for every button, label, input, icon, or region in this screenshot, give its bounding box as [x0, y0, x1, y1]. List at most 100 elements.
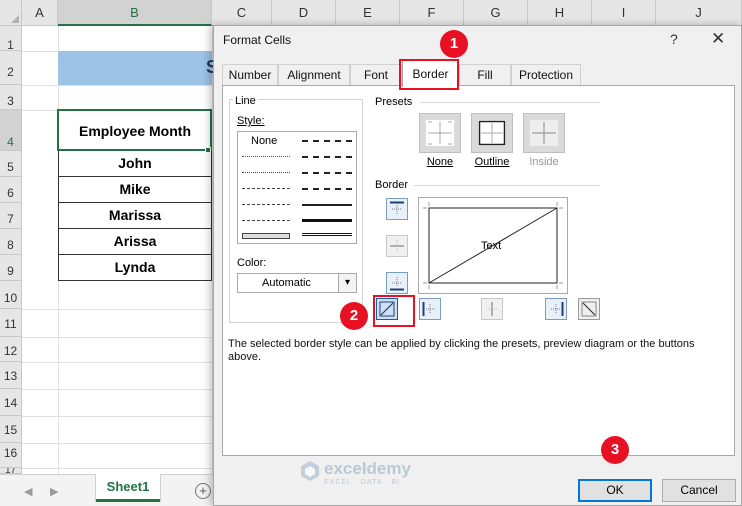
sheet-tab-sheet1[interactable]: Sheet1	[96, 474, 160, 502]
line-style-double[interactable]	[302, 233, 352, 236]
line-style-dotted[interactable]	[242, 172, 290, 173]
border-right-icon	[551, 302, 564, 316]
screen: A B C D E F G H I J 1 2 3 4 5 6 7 8 9 10…	[0, 0, 742, 506]
annotation-badge-2: 2	[340, 302, 368, 330]
border-label: Border	[375, 179, 409, 191]
chevron-down-icon[interactable]: ▾	[338, 274, 356, 292]
watermark-name: exceldemy	[324, 459, 411, 478]
line-style-medium-dash-dot-dot[interactable]	[302, 140, 352, 142]
row-header-9[interactable]: 9	[0, 255, 22, 281]
line-style-none[interactable]: None	[251, 135, 277, 147]
row-header-7[interactable]: 7	[0, 203, 22, 229]
diagonal-up-border-button[interactable]	[376, 298, 398, 320]
column-header-a[interactable]: A	[22, 0, 58, 26]
line-style-thin-selected[interactable]	[242, 233, 290, 239]
table-cell-name[interactable]: Marissa	[58, 203, 212, 229]
row-header-3[interactable]: 3	[0, 85, 22, 110]
line-style-thick[interactable]	[302, 219, 352, 222]
preview-text: Text	[481, 240, 502, 252]
row-header-2[interactable]: 2	[0, 51, 22, 85]
preset-outline-button[interactable]	[471, 113, 513, 153]
line-style-dash-dot[interactable]	[242, 204, 290, 205]
table-header-cell[interactable]: Employee Month	[58, 110, 212, 151]
color-dropdown[interactable]: Automatic ▾	[237, 273, 357, 293]
line-style-medium[interactable]	[302, 204, 352, 206]
border-top-button[interactable]	[386, 198, 408, 220]
gridline	[22, 443, 212, 444]
gridline	[22, 416, 212, 417]
column-header-f[interactable]: F	[400, 0, 464, 26]
table-cell-name[interactable]: Arissa	[58, 229, 212, 255]
cancel-button[interactable]: Cancel	[662, 479, 736, 502]
row-header-14[interactable]: 14	[0, 389, 22, 416]
line-style-dash-dot-dot[interactable]	[242, 188, 290, 189]
border-inside-vertical-button[interactable]	[481, 298, 503, 320]
border-inside-vertical-icon	[486, 302, 498, 316]
border-separator	[414, 185, 600, 186]
table-cell-name[interactable]: Lynda	[58, 255, 212, 281]
tab-number[interactable]: Number	[222, 64, 278, 86]
border-top-icon	[390, 201, 404, 215]
row-header-12[interactable]: 12	[0, 337, 22, 362]
row-header-16[interactable]: 16	[0, 443, 22, 468]
column-header-h[interactable]: H	[528, 0, 592, 26]
row-header-5[interactable]: 5	[0, 151, 22, 177]
ok-button[interactable]: OK	[578, 479, 652, 502]
line-style-medium-dashed[interactable]	[302, 188, 352, 190]
help-icon[interactable]: ?	[670, 31, 678, 47]
tab-border[interactable]: Border	[402, 60, 459, 87]
title-cell[interactable]: S	[58, 51, 218, 85]
presets-label: Presets	[375, 96, 413, 108]
line-style-list[interactable]: None	[237, 131, 357, 244]
column-header-i[interactable]: I	[592, 0, 656, 26]
column-header-b[interactable]: B	[58, 0, 212, 26]
line-style-dashed[interactable]	[242, 220, 290, 221]
column-header-g[interactable]: G	[464, 0, 528, 26]
border-description: The selected border style can be applied…	[228, 338, 695, 363]
row-header-8[interactable]: 8	[0, 229, 22, 255]
border-inside-horizontal-icon	[390, 240, 404, 252]
diagonal-down-border-button[interactable]	[578, 298, 600, 320]
tab-alignment[interactable]: Alignment	[278, 64, 350, 86]
tab-font[interactable]: Font	[350, 64, 402, 86]
prev-sheet-icon[interactable]: ◀	[24, 485, 32, 498]
table-cell-name[interactable]: John	[58, 151, 212, 177]
row-header-6[interactable]: 6	[0, 177, 22, 203]
border-inside-horizontal-button[interactable]	[386, 235, 408, 257]
diagonal-up-icon	[379, 301, 395, 317]
style-label: Style:	[237, 115, 265, 127]
select-all-corner[interactable]	[0, 0, 22, 26]
row-header-15[interactable]: 15	[0, 416, 22, 443]
column-header-d[interactable]: D	[272, 0, 336, 26]
border-preview[interactable]: Text	[418, 197, 568, 294]
row-header-13[interactable]: 13	[0, 362, 22, 389]
line-style-slant-dash-dot[interactable]	[302, 156, 352, 158]
tab-fill[interactable]: Fill	[459, 64, 511, 86]
column-header-j[interactable]: J	[656, 0, 742, 26]
watermark-logo-icon	[301, 461, 319, 481]
column-header-c[interactable]: C	[212, 0, 272, 26]
preset-none-label: None	[426, 156, 454, 168]
border-left-button[interactable]	[419, 298, 441, 320]
border-right-button[interactable]	[545, 298, 567, 320]
column-header-e[interactable]: E	[336, 0, 400, 26]
add-sheet-icon[interactable]: +	[195, 483, 211, 499]
border-bottom-button[interactable]	[386, 272, 408, 294]
close-icon[interactable]: ✕	[711, 29, 725, 49]
row-header-4[interactable]: 4	[0, 110, 22, 151]
next-sheet-icon[interactable]: ▶	[50, 485, 58, 498]
row-header-1[interactable]: 1	[0, 26, 22, 52]
annotation-badge-1: 1	[440, 30, 468, 58]
tab-protection[interactable]: Protection	[511, 64, 581, 86]
line-style-hair[interactable]	[242, 156, 290, 157]
preset-outline-icon	[478, 120, 506, 146]
row-header-10[interactable]: 10	[0, 281, 22, 309]
line-style-medium-dash-dot[interactable]	[302, 172, 352, 174]
preset-inside-button[interactable]	[523, 113, 565, 153]
preset-none-button[interactable]	[419, 113, 461, 153]
gridline	[22, 85, 212, 86]
preset-inside-label: Inside	[529, 156, 559, 168]
fill-handle[interactable]	[205, 147, 211, 153]
table-cell-name[interactable]: Mike	[58, 177, 212, 203]
row-header-11[interactable]: 11	[0, 309, 22, 337]
